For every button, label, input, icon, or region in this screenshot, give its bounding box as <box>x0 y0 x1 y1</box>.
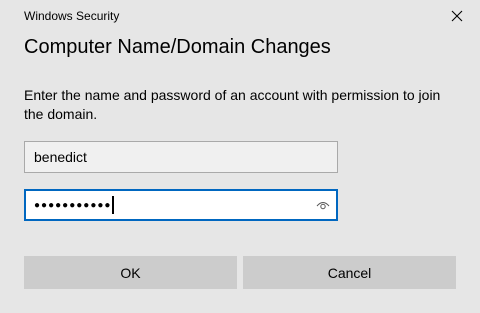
text-caret <box>112 196 115 214</box>
password-field[interactable]: ●●●●●●●●●●● <box>24 189 338 221</box>
dialog-description: Enter the name and password of an accoun… <box>24 87 441 122</box>
cancel-button[interactable]: Cancel <box>243 256 456 289</box>
close-icon <box>451 10 463 22</box>
dialog-heading: Computer Name/Domain Changes <box>24 36 331 58</box>
app-title: Windows Security <box>24 9 120 23</box>
username-value: benedict <box>34 149 87 165</box>
title-bar: Windows Security <box>0 0 480 32</box>
ok-button[interactable]: OK <box>24 256 237 289</box>
username-field[interactable]: benedict <box>24 141 338 173</box>
close-button[interactable] <box>442 2 472 30</box>
eye-icon[interactable] <box>316 199 330 211</box>
password-mask: ●●●●●●●●●●● <box>34 199 112 211</box>
